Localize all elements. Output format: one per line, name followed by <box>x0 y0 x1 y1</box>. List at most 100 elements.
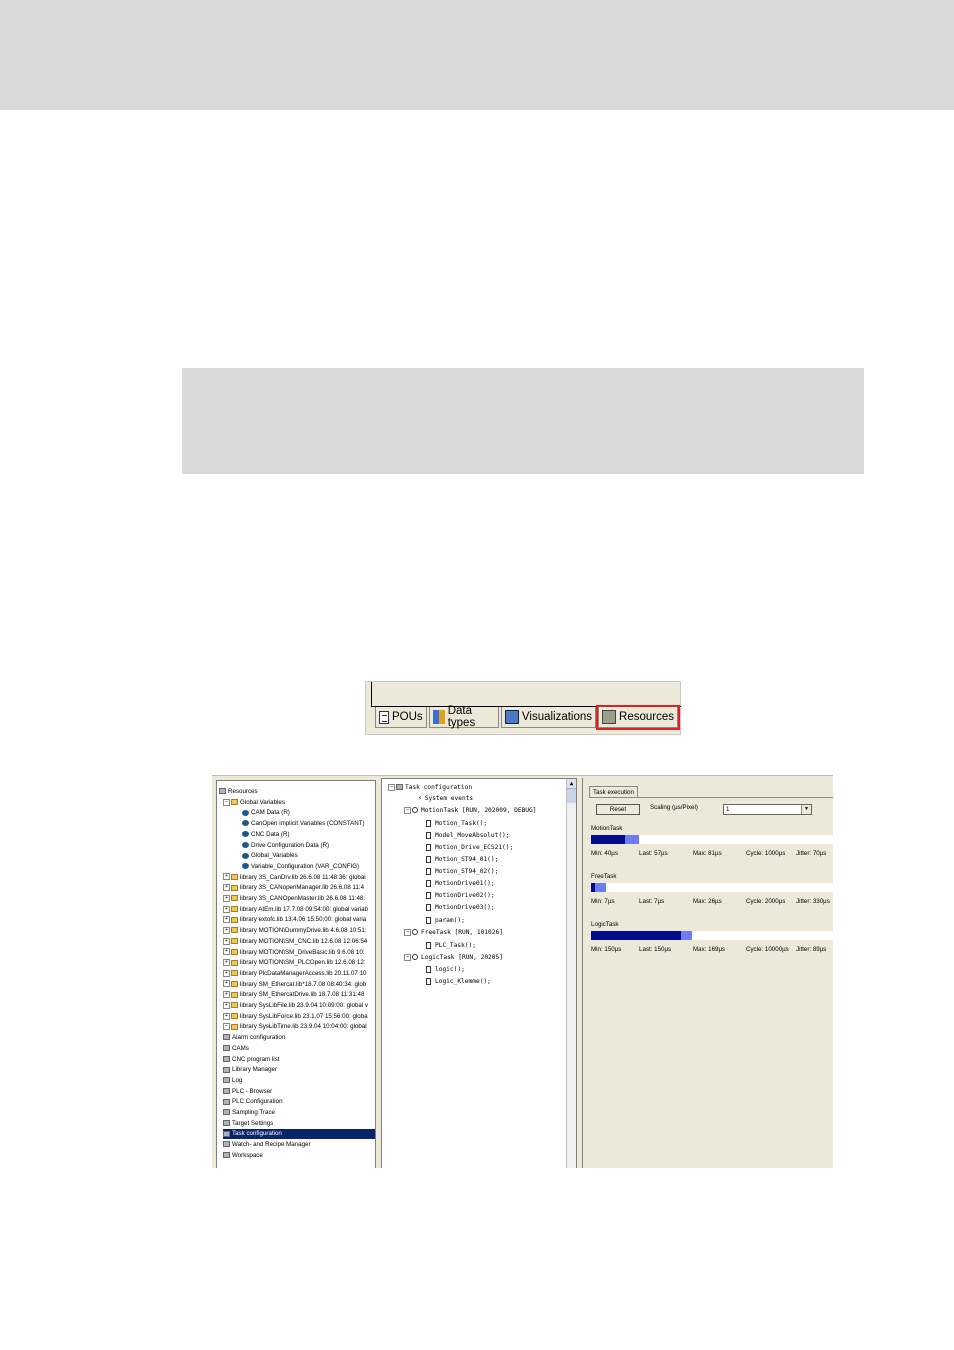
expand-icon[interactable]: + <box>223 884 230 892</box>
expand-icon[interactable]: + <box>223 937 230 945</box>
expand-icon[interactable]: − <box>404 928 411 936</box>
tree-item[interactable]: − library SysLibTime.lib 23.9.04 10:04:00… <box>223 1022 367 1032</box>
tree-item-label: Resources <box>228 788 258 795</box>
tree-item[interactable]: + library MOTION\SM_PLCOpen.lib 12.6.08 1… <box>223 958 366 968</box>
globe-icon <box>242 831 249 838</box>
scaling-select[interactable]: 1 ▼ <box>723 804 812 815</box>
expand-icon[interactable]: + <box>223 1012 230 1020</box>
tree-item[interactable]: + library SM_Ethercat.lib*18.7.08 08:40:3… <box>223 980 366 990</box>
vertical-scrollbar[interactable]: ▲ <box>566 779 576 1168</box>
tree-item[interactable]: Model_MoveAbsolut(); <box>426 830 510 841</box>
tree-item[interactable]: + library 3S_CANOpenMaster.lib 26.6.08 11… <box>223 894 365 904</box>
tree-item[interactable]: − LogicTask [RUN, 20205] <box>404 952 503 963</box>
tree-item[interactable]: + library extofc.lib 13.4.06 15:50:00: gl… <box>223 915 366 925</box>
task-configuration-tree[interactable]: ▲ − Task configuration ⚡ System events − Moti… <box>381 778 577 1168</box>
expand-icon[interactable]: − <box>388 783 395 791</box>
globe-icon <box>242 863 249 870</box>
tree-item[interactable]: − Task configuration <box>388 782 472 793</box>
tree-item[interactable]: param(); <box>426 915 465 926</box>
tree-item-label: Workspace <box>232 1151 263 1159</box>
tree-item[interactable]: + library 3S_CanDrv.lib 26.6.08 11:48:36:… <box>223 873 366 883</box>
tree-item[interactable]: + library MOTION\DummyDrive.lib 4.6.08 10… <box>223 926 367 936</box>
expand-icon[interactable]: − <box>223 798 230 806</box>
tree-item[interactable]: Library Manager <box>223 1065 277 1075</box>
tab-underline <box>589 797 833 798</box>
tree-item[interactable]: Task configuration <box>223 1129 375 1140</box>
task-name: FreeTask <box>591 873 617 880</box>
tab-resources[interactable]: Resources <box>596 705 680 730</box>
tree-item[interactable]: Watch- and Recipe Manager <box>223 1140 311 1150</box>
stat-jitter: Jitter: 70µs <box>796 850 827 857</box>
expand-icon[interactable]: − <box>404 806 411 814</box>
tree-item[interactable]: ⚡ System events <box>418 793 473 804</box>
tree-item-label: PLC_Task(); <box>435 942 476 949</box>
tree-item[interactable]: Global_Variables <box>242 851 298 861</box>
tree-item[interactable]: + library MOTION\SM_CNC.lib 12.6.08 12:06… <box>223 937 367 947</box>
tree-item[interactable]: Motion_Task(); <box>426 818 487 829</box>
expand-icon[interactable]: + <box>223 959 230 967</box>
expand-icon[interactable]: + <box>223 991 230 999</box>
tree-item[interactable]: MotionDrive02(); <box>426 890 495 901</box>
tree-item[interactable]: Drive Configuration Data (R) <box>242 841 329 851</box>
expand-icon[interactable]: − <box>404 953 411 961</box>
tree-item[interactable]: Motion_ST94_01(); <box>426 854 498 865</box>
tree-item[interactable]: − FreeTask [RUN, 101026] <box>404 927 503 938</box>
tree-item[interactable]: Motion_ST94_02(); <box>426 866 498 877</box>
expand-icon[interactable]: + <box>223 926 230 934</box>
tree-item[interactable]: Workspace <box>223 1151 263 1161</box>
resources-icon <box>602 710 617 724</box>
expand-icon[interactable]: + <box>223 980 230 988</box>
expand-icon[interactable]: + <box>223 969 230 977</box>
tree-item[interactable]: − MotionTask [RUN, 202009, DEBUG] <box>404 805 536 816</box>
tree-item[interactable]: Log <box>223 1076 242 1086</box>
tree-item-label: library SM_Ethercat.lib*18.7.08 08:40:34… <box>240 980 367 988</box>
tree-item-label: Motion_Task(); <box>435 820 488 827</box>
reset-button[interactable]: Reset <box>596 804 640 815</box>
tree-item-label: Motion_ST94_01(); <box>435 856 499 863</box>
tab-visualizations[interactable]: Visualizations <box>500 707 597 728</box>
expand-icon[interactable]: + <box>223 1001 230 1009</box>
expand-icon[interactable]: + <box>223 905 230 913</box>
tree-item[interactable]: CAM Data (R) <box>242 808 290 818</box>
tree-item[interactable]: PLC Configuration <box>223 1097 283 1107</box>
tree-item[interactable]: Logic_Klemme(); <box>426 976 491 987</box>
tree-item[interactable]: PLC_Task(); <box>426 940 476 951</box>
tree-item[interactable]: Variable_Configuration (VAR_CONFIG) <box>242 862 359 872</box>
tab-data-types[interactable]: Data types <box>428 705 499 729</box>
tree-item-label: CanOpen implicit Variables (CONSTANT) <box>251 820 365 828</box>
resources-tree[interactable]: Resources − Global Variables CAM Data (R) Ca… <box>216 780 376 1168</box>
expand-icon[interactable]: + <box>223 948 230 956</box>
tree-item[interactable]: logic(); <box>426 964 465 975</box>
tree-item[interactable]: CNC Data (R) <box>242 830 290 840</box>
tree-item[interactable]: PLC - Browser <box>223 1087 272 1097</box>
tree-item[interactable]: + library 3S_CANopenManager.lib 26.6.08 1… <box>223 883 364 893</box>
tree-item[interactable]: + library MOTION\SM_DriveBasic.lib 9.6.08… <box>223 948 364 958</box>
chevron-down-icon[interactable]: ▼ <box>801 805 811 814</box>
tree-item[interactable]: Sampling Trace <box>223 1108 275 1118</box>
scroll-up-icon[interactable]: ▲ <box>567 779 576 789</box>
tree-item[interactable]: + library SM_EthercatDrive.lib 18.7.08 11… <box>223 990 364 1000</box>
tree-item-label: Logic_Klemme(); <box>435 978 491 985</box>
tree-item[interactable]: + library SysLibForce.lib 23.1.07 15:56:0… <box>223 1012 368 1022</box>
resources-window: Resources − Global Variables CAM Data (R) Ca… <box>212 775 833 1168</box>
tab-pous[interactable]: POUs <box>375 707 427 728</box>
tree-item[interactable]: Alarm configuration <box>223 1033 285 1043</box>
tree-item[interactable]: + library PlcDataManagerAccess.lib 20.11.… <box>223 969 366 979</box>
tree-item[interactable]: CAMs <box>223 1044 249 1054</box>
tree-item[interactable]: CanOpen implicit Variables (CONSTANT) <box>242 819 365 829</box>
tree-item[interactable]: MotionDrive01(); <box>426 878 495 889</box>
tree-item[interactable]: MotionDrive03(); <box>426 902 495 913</box>
tree-item[interactable]: Target Settings <box>223 1119 273 1129</box>
note-box <box>182 368 864 474</box>
expand-icon[interactable]: + <box>223 916 230 924</box>
expand-icon[interactable]: − <box>223 1023 230 1031</box>
expand-icon[interactable]: + <box>223 873 230 881</box>
tree-item[interactable]: − Global Variables <box>223 798 285 808</box>
tree-item[interactable]: + library SysLibFile.lib 23.9.04 10:09:00… <box>223 1001 368 1011</box>
scroll-thumb[interactable] <box>567 789 576 803</box>
tree-item[interactable]: + library AtEm.lib 17.7.08 09:54:00: glob… <box>223 905 368 915</box>
tree-item[interactable]: Resources <box>219 787 258 797</box>
tree-item[interactable]: CNC program list <box>223 1055 279 1065</box>
expand-icon[interactable]: + <box>223 894 230 902</box>
tree-item[interactable]: Motion_Drive_ECS21(); <box>426 842 513 853</box>
